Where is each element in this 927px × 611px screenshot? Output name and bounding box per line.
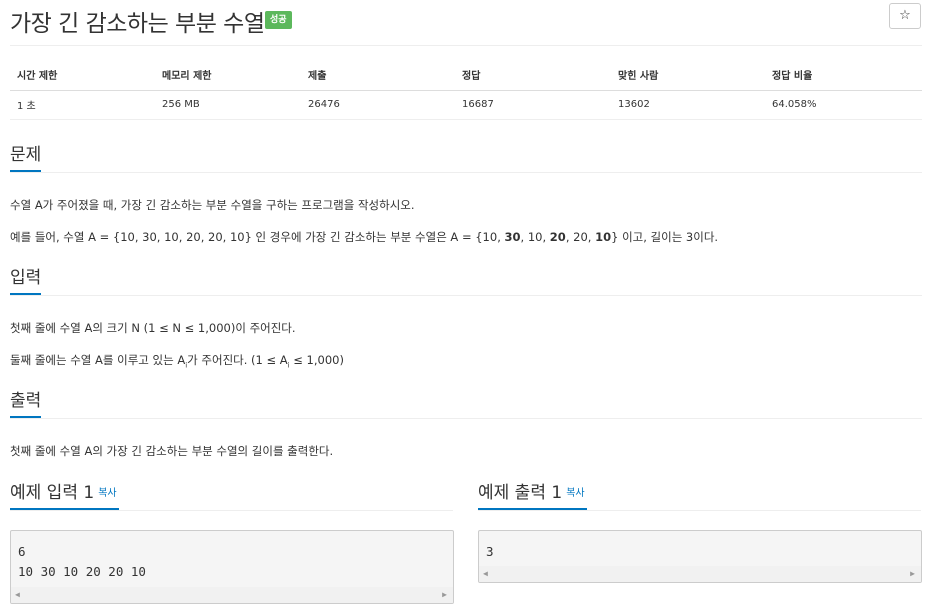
header-solvers: 맞힌 사람 [611, 60, 765, 91]
problem-header: 가장 긴 감소하는 부분 수열 성공 ☆ [10, 0, 922, 46]
scroll-right-arrow-icon[interactable]: ▶ [910, 569, 915, 578]
input-description-1: 첫째 줄에 수열 A의 크기 N (1 ≤ N ≤ 1,000)이 주어진다. [10, 321, 296, 335]
header-memory-limit: 메모리 제한 [155, 60, 301, 91]
cell-accepted: 16687 [455, 90, 611, 120]
sample-input-header: 예제 입력 1 복사 [10, 481, 453, 511]
sample-input-heading: 예제 입력 1 복사 [10, 481, 119, 510]
sample-output-heading: 예제 출력 1 복사 [478, 481, 587, 510]
header-accepted: 정답 [455, 60, 611, 91]
cell-ratio: 64.058% [765, 90, 922, 120]
output-description: 첫째 줄에 수열 A의 가장 긴 감소하는 부분 수열의 길이를 출력한다. [10, 444, 334, 458]
sample-input-box[interactable]: 6 10 30 10 20 20 10 ◀ ▶ [10, 530, 454, 604]
copy-sample-input-link[interactable]: 복사 [98, 488, 116, 499]
status-badge: 성공 [265, 11, 292, 29]
sample-output-scrollbar[interactable]: ◀ ▶ [479, 566, 921, 582]
sample-output-content: 3 [486, 544, 494, 559]
problem-description-1: 수열 A가 주어졌을 때, 가장 긴 감소하는 부분 수열을 구하는 프로그램을… [10, 198, 415, 212]
problem-section-header: 문제 [10, 143, 922, 173]
table-header-row: 시간 제한 메모리 제한 제출 정답 맞힌 사람 정답 비율 [10, 60, 922, 91]
copy-sample-output-link[interactable]: 복사 [566, 488, 584, 499]
scroll-left-arrow-icon[interactable]: ◀ [483, 569, 488, 578]
input-heading: 입력 [10, 266, 42, 295]
cell-submissions[interactable]: 26476 [301, 90, 455, 120]
cell-solvers[interactable]: 13602 [611, 90, 765, 120]
table-row: 1 초 256 MB 26476 16687 13602 64.058% [10, 90, 922, 120]
header-time-limit: 시간 제한 [10, 60, 155, 91]
input-section-header: 입력 [10, 266, 922, 296]
scroll-right-arrow-icon[interactable]: ▶ [442, 590, 447, 599]
sample-input-content: 6 10 30 10 20 20 10 [18, 544, 146, 579]
header-ratio: 정답 비율 [765, 60, 922, 91]
cell-time-limit: 1 초 [10, 90, 155, 120]
sample-output-box[interactable]: 3 ◀ ▶ [478, 530, 922, 583]
sample-output-header: 예제 출력 1 복사 [478, 481, 921, 511]
star-icon: ☆ [899, 8, 911, 23]
sample-input-scrollbar[interactable]: ◀ ▶ [11, 587, 453, 603]
problem-heading: 문제 [10, 143, 42, 172]
star-button[interactable]: ☆ [889, 3, 921, 29]
cell-memory-limit: 256 MB [155, 90, 301, 120]
problem-info-table: 시간 제한 메모리 제한 제출 정답 맞힌 사람 정답 비율 1 초 256 M… [10, 60, 922, 120]
header-submissions: 제출 [301, 60, 455, 91]
problem-description-2: 예를 들어, 수열 A = {10, 30, 10, 20, 20, 10} 인… [10, 230, 719, 244]
input-description-2: 둘째 줄에는 수열 A를 이루고 있는 Ai가 주어진다. (1 ≤ Ai ≤ … [10, 353, 344, 370]
page-title: 가장 긴 감소하는 부분 수열 [10, 11, 265, 37]
output-section-header: 출력 [10, 389, 922, 419]
scroll-left-arrow-icon[interactable]: ◀ [15, 590, 20, 599]
output-heading: 출력 [10, 389, 42, 418]
